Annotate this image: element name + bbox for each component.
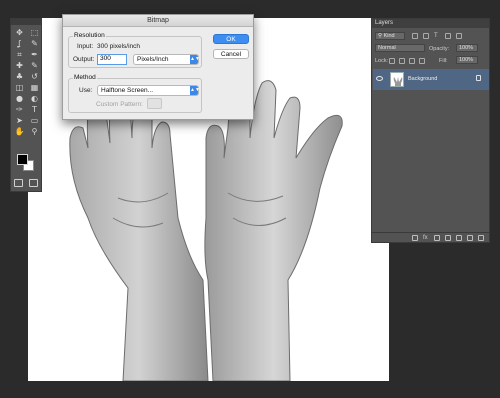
adjustment-filter-icon[interactable]	[423, 33, 429, 39]
lock-icon	[476, 75, 481, 81]
lock-position-icon[interactable]	[409, 58, 415, 64]
cancel-button[interactable]: Cancel	[213, 49, 249, 59]
move-icon[interactable]: ✥	[13, 28, 26, 37]
input-value: 300 pixels/inch	[97, 43, 140, 50]
method-value: Halftone Screen...	[101, 87, 154, 94]
layer-filter-select[interactable]: ⚲ Kind	[375, 32, 405, 40]
hand-icon[interactable]: ✋	[13, 127, 26, 136]
select-arrows-icon: ▲▼	[190, 55, 200, 64]
pixel-filter-icon[interactable]	[412, 33, 418, 39]
marquee-icon[interactable]: ⬚	[28, 28, 41, 37]
input-label: Input:	[77, 43, 94, 50]
lock-label: Lock:	[375, 58, 389, 64]
screen-mode-icon[interactable]	[29, 179, 38, 187]
tools-panel: ✥ ⬚ ʆ ✎ ⌗ ✒ ✚ ✎ ♣ ↺ ◫ ▦ ● ◐ ✑ T ➤ ▭ ✋ ⚲	[10, 18, 42, 192]
blur-icon[interactable]: ●	[13, 94, 26, 103]
crop-icon[interactable]: ⌗	[13, 50, 26, 59]
trash-icon[interactable]	[478, 234, 484, 241]
quick-select-icon[interactable]: ✎	[28, 39, 41, 48]
lock-pixels-icon[interactable]	[399, 58, 405, 64]
layer-thumbnail	[390, 72, 404, 87]
lasso-icon[interactable]: ʆ	[13, 39, 26, 48]
ok-button[interactable]: OK	[213, 34, 249, 44]
new-group-icon[interactable]	[456, 234, 462, 241]
history-brush-icon[interactable]: ↺	[28, 72, 41, 81]
eye-icon[interactable]	[376, 76, 383, 81]
layer-row-background[interactable]: Background	[373, 69, 489, 90]
add-mask-icon[interactable]	[434, 234, 440, 241]
blend-mode-select[interactable]: Normal	[375, 44, 425, 52]
custom-pattern-picker	[147, 98, 162, 109]
new-layer-icon[interactable]	[467, 234, 473, 241]
shape-filter-icon[interactable]	[445, 33, 451, 39]
brush-icon[interactable]: ✎	[28, 61, 41, 70]
fill-label: Fill:	[439, 58, 448, 64]
foreground-color-swatch[interactable]	[17, 154, 28, 165]
layers-panel: Layers ⚲ Kind T Normal Opacity: 100% Loc…	[371, 18, 490, 243]
shape-icon[interactable]: ▭	[28, 116, 41, 125]
fx-icon[interactable]: fx	[423, 235, 429, 241]
lock-all-icon[interactable]	[419, 58, 425, 64]
fill-input[interactable]: 100%	[456, 56, 478, 64]
type-icon[interactable]: T	[28, 105, 41, 114]
path-select-icon[interactable]: ➤	[13, 116, 26, 125]
resolution-label: Resolution	[73, 32, 106, 39]
link-layers-icon[interactable]	[412, 234, 418, 241]
use-label: Use:	[79, 87, 93, 94]
tools-panel-header[interactable]	[11, 19, 41, 25]
tool-bottom-row	[14, 179, 38, 187]
output-unit-select[interactable]: Pixels/Inch ▲▼	[133, 54, 200, 65]
dodge-icon[interactable]: ◐	[28, 94, 41, 103]
dialog-title: Bitmap	[63, 15, 253, 27]
filter-kind-value: Kind	[383, 33, 395, 39]
tab-layers[interactable]: Layers	[372, 19, 489, 28]
zoom-icon[interactable]: ⚲	[28, 127, 41, 136]
select-arrows-icon: ▲▼	[190, 86, 200, 95]
opacity-label: Opacity:	[429, 46, 450, 52]
adjustment-layer-icon[interactable]	[445, 234, 451, 241]
output-resolution-input[interactable]: 300	[97, 54, 127, 65]
quick-mask-icon[interactable]	[14, 179, 23, 187]
layer-name: Background	[408, 76, 438, 82]
smart-object-filter-icon[interactable]	[456, 33, 462, 39]
healing-icon[interactable]: ✚	[13, 61, 26, 70]
layers-footer: fx	[372, 232, 489, 242]
lock-transparency-icon[interactable]	[389, 58, 395, 64]
eraser-icon[interactable]: ◫	[13, 83, 26, 92]
type-filter-icon[interactable]: T	[434, 33, 440, 39]
bitmap-dialog: Bitmap Resolution Input: 300 pixels/inch…	[62, 14, 254, 120]
opacity-input[interactable]: 100%	[456, 44, 478, 52]
eyedropper-icon[interactable]: ✒	[28, 50, 41, 59]
tool-grid: ✥ ⬚ ʆ ✎ ⌗ ✒ ✚ ✎ ♣ ↺ ◫ ▦ ● ◐ ✑ T ➤ ▭ ✋ ⚲	[11, 25, 41, 136]
method-select[interactable]: Halftone Screen... ▲▼	[97, 85, 200, 96]
stamp-icon[interactable]: ♣	[13, 72, 26, 81]
pen-icon[interactable]: ✑	[13, 105, 26, 114]
method-label: Method	[73, 74, 97, 81]
output-label: Output:	[73, 56, 95, 63]
gradient-icon[interactable]: ▦	[28, 83, 41, 92]
custom-pattern-label: Custom Pattern:	[96, 101, 143, 108]
output-unit-value: Pixels/Inch	[137, 56, 169, 63]
